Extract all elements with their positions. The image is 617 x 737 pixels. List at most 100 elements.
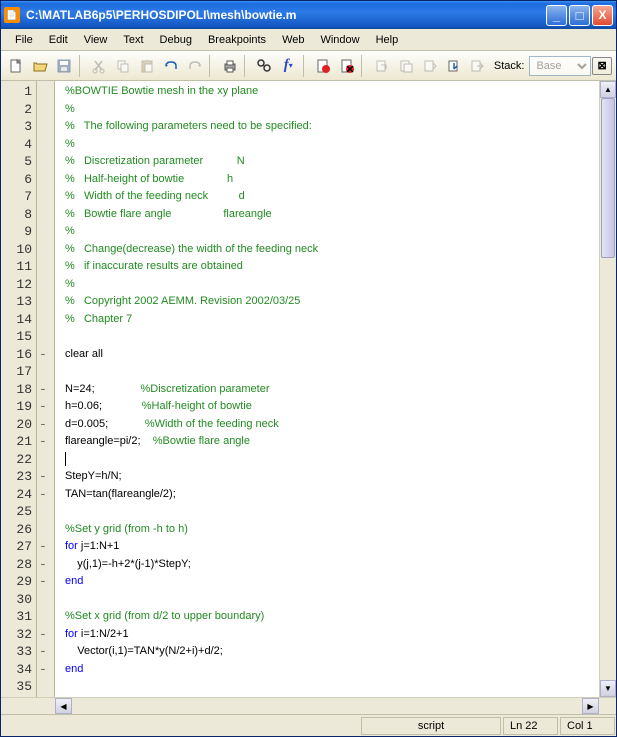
code-editor[interactable]: %BOWTIE Bowtie mesh in the xy plane%% Th…: [55, 81, 599, 697]
step-in-icon[interactable]: [394, 55, 417, 77]
line-gutter[interactable]: 1234567891011121314151617181920212223242…: [1, 81, 37, 697]
scroll-right-icon[interactable]: ▶: [582, 698, 599, 714]
code-line[interactable]: clear all: [65, 346, 599, 364]
breakpoint-marker[interactable]: -: [37, 626, 54, 644]
breakpoint-marker[interactable]: -: [37, 346, 54, 364]
line-number[interactable]: 33: [1, 643, 36, 661]
breakpoint-marker[interactable]: [37, 136, 54, 154]
close-button[interactable]: X: [592, 5, 613, 26]
line-number[interactable]: 17: [1, 363, 36, 381]
code-line[interactable]: end: [65, 573, 599, 591]
code-line[interactable]: for i=1:N/2+1: [65, 626, 599, 644]
line-number[interactable]: 6: [1, 171, 36, 189]
breakpoint-marker[interactable]: [37, 608, 54, 626]
continue-icon[interactable]: [442, 55, 465, 77]
line-number[interactable]: 20: [1, 416, 36, 434]
function-icon[interactable]: f▾: [277, 55, 300, 77]
breakpoint-marker[interactable]: -: [37, 381, 54, 399]
breakpoint-marker[interactable]: -: [37, 573, 54, 591]
code-line[interactable]: [65, 363, 599, 381]
paste-icon[interactable]: [135, 55, 158, 77]
code-line[interactable]: %: [65, 223, 599, 241]
breakpoint-marker[interactable]: [37, 118, 54, 136]
line-number[interactable]: 5: [1, 153, 36, 171]
menu-web[interactable]: Web: [274, 32, 312, 48]
line-number[interactable]: 10: [1, 241, 36, 259]
line-number[interactable]: 22: [1, 451, 36, 469]
print-icon[interactable]: [218, 55, 241, 77]
code-line[interactable]: % Bowtie flare angle flareangle: [65, 206, 599, 224]
find-icon[interactable]: [253, 55, 276, 77]
code-line[interactable]: N=24; %Discretization parameter: [65, 381, 599, 399]
titlebar[interactable]: 📄 C:\MATLAB6p5\PERHOSDIPOLI\mesh\bowtie.…: [1, 1, 616, 29]
maximize-button[interactable]: □: [569, 5, 590, 26]
line-number[interactable]: 7: [1, 188, 36, 206]
line-number[interactable]: 35: [1, 678, 36, 696]
line-number[interactable]: 4: [1, 136, 36, 154]
scroll-left-icon[interactable]: ◀: [55, 698, 72, 714]
breakpoint-marker[interactable]: [37, 293, 54, 311]
code-line[interactable]: % Copyright 2002 AEMM. Revision 2002/03/…: [65, 293, 599, 311]
undo-icon[interactable]: [159, 55, 182, 77]
breakpoint-marker[interactable]: [37, 171, 54, 189]
menu-debug[interactable]: Debug: [152, 32, 200, 48]
line-number[interactable]: 25: [1, 503, 36, 521]
breakpoint-column[interactable]: -------------: [37, 81, 55, 697]
line-number[interactable]: 14: [1, 311, 36, 329]
menu-window[interactable]: Window: [312, 32, 367, 48]
menu-text[interactable]: Text: [115, 32, 151, 48]
breakpoint-marker[interactable]: -: [37, 486, 54, 504]
vertical-scrollbar[interactable]: ▲ ▼: [599, 81, 616, 697]
breakpoint-marker[interactable]: [37, 223, 54, 241]
minimize-button[interactable]: _: [546, 5, 567, 26]
code-line[interactable]: h=0.06; %Half-height of bowtie: [65, 398, 599, 416]
step-out-icon[interactable]: [418, 55, 441, 77]
menu-file[interactable]: File: [7, 32, 41, 48]
breakpoint-marker[interactable]: [37, 206, 54, 224]
redo-icon[interactable]: [183, 55, 206, 77]
breakpoint-marker[interactable]: [37, 153, 54, 171]
breakpoint-marker[interactable]: -: [37, 643, 54, 661]
code-line[interactable]: %: [65, 136, 599, 154]
code-line[interactable]: [65, 503, 599, 521]
horizontal-scrollbar[interactable]: ◀ ▶: [1, 697, 616, 714]
code-line[interactable]: % The following parameters need to be sp…: [65, 118, 599, 136]
code-line[interactable]: [65, 451, 599, 469]
breakpoint-marker[interactable]: [37, 83, 54, 101]
line-number[interactable]: 3: [1, 118, 36, 136]
stack-select[interactable]: Base: [529, 56, 591, 76]
line-number[interactable]: 34: [1, 661, 36, 679]
code-line[interactable]: for j=1:N+1: [65, 538, 599, 556]
new-file-icon[interactable]: [5, 55, 28, 77]
line-number[interactable]: 26: [1, 521, 36, 539]
line-number[interactable]: 19: [1, 398, 36, 416]
code-line[interactable]: y(j,1)=-h+2*(j-1)*StepY;: [65, 556, 599, 574]
line-number[interactable]: 9: [1, 223, 36, 241]
step-icon[interactable]: [370, 55, 393, 77]
code-line[interactable]: d=0.005; %Width of the feeding neck: [65, 416, 599, 434]
breakpoint-marker[interactable]: [37, 678, 54, 696]
line-number[interactable]: 2: [1, 101, 36, 119]
scroll-up-icon[interactable]: ▲: [600, 81, 616, 98]
cut-icon[interactable]: [88, 55, 111, 77]
breakpoint-marker[interactable]: [37, 451, 54, 469]
breakpoint-marker[interactable]: [37, 188, 54, 206]
menu-view[interactable]: View: [76, 32, 116, 48]
line-number[interactable]: 21: [1, 433, 36, 451]
breakpoint-marker[interactable]: [37, 311, 54, 329]
line-number[interactable]: 24: [1, 486, 36, 504]
code-line[interactable]: [65, 591, 599, 609]
code-line[interactable]: % Discretization parameter N: [65, 153, 599, 171]
breakpoint-marker[interactable]: -: [37, 433, 54, 451]
breakpoint-marker[interactable]: -: [37, 416, 54, 434]
menu-help[interactable]: Help: [368, 32, 407, 48]
breakpoint-marker[interactable]: [37, 503, 54, 521]
line-number[interactable]: 1: [1, 83, 36, 101]
code-line[interactable]: StepY=h/N;: [65, 468, 599, 486]
scroll-down-icon[interactable]: ▼: [600, 680, 616, 697]
open-file-icon[interactable]: [29, 55, 52, 77]
code-line[interactable]: [65, 678, 599, 696]
code-line[interactable]: [65, 328, 599, 346]
line-number[interactable]: 13: [1, 293, 36, 311]
line-number[interactable]: 30: [1, 591, 36, 609]
